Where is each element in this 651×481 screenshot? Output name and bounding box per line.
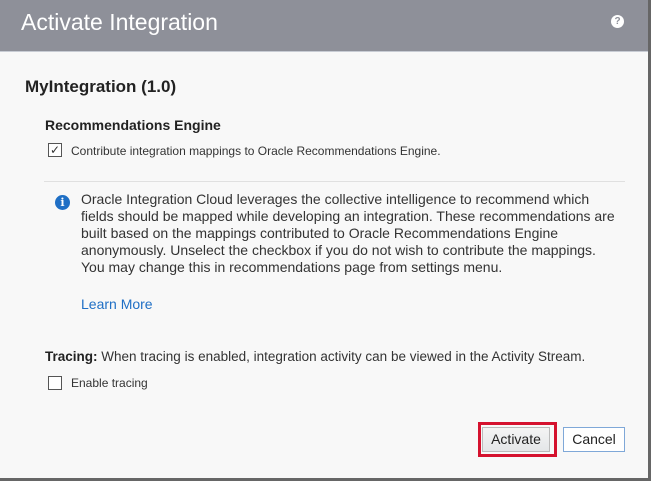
info-icon: i	[55, 195, 70, 210]
enable-tracing-checkbox[interactable]	[48, 376, 62, 390]
tracing-label: Tracing:	[45, 349, 98, 364]
info-text: Oracle Integration Cloud leverages the c…	[81, 191, 615, 275]
integration-name: MyIntegration (1.0)	[25, 77, 177, 96]
tracing-description: Tracing: When tracing is enabled, integr…	[45, 349, 585, 364]
contribute-checkbox-label: Contribute integration mappings to Oracl…	[71, 144, 441, 158]
dialog-title: Activate Integration	[21, 9, 218, 35]
info-panel: i Oracle Integration Cloud leverages the…	[44, 181, 625, 327]
cancel-button[interactable]: Cancel	[563, 427, 625, 452]
enable-tracing-label: Enable tracing	[71, 376, 148, 390]
tracing-text: When tracing is enabled, integration act…	[101, 349, 586, 364]
activate-button[interactable]: Activate	[482, 427, 550, 452]
dialog-header: Activate Integration ?	[0, 0, 648, 52]
help-icon[interactable]: ?	[611, 15, 624, 28]
activate-integration-dialog: Activate Integration ? MyIntegration (1.…	[0, 0, 651, 481]
recommendations-heading: Recommendations Engine	[45, 117, 221, 133]
contribute-checkbox[interactable]: ✓	[48, 143, 62, 157]
learn-more-link[interactable]: Learn More	[81, 296, 153, 312]
